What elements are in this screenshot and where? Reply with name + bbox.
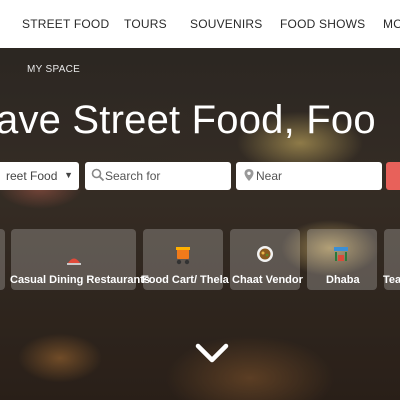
hero-headline: ave Street Food, Foo	[0, 98, 376, 142]
chevron-down-icon[interactable]	[195, 342, 229, 364]
nav-item-food-shows[interactable]: FOOD SHOWS	[280, 17, 365, 31]
search-button[interactable]	[386, 162, 400, 190]
search-field[interactable]	[85, 162, 231, 190]
category-select-value: reet Food	[6, 169, 58, 183]
restaurant-icon	[67, 258, 81, 265]
category-label-food-cart: Food Cart/ Thela	[142, 274, 229, 286]
near-field[interactable]	[236, 162, 382, 190]
category-label-chaat-vendor: Chaat Vendor	[232, 274, 303, 286]
top-nav: STREET FOOD TOURS SOUVENIRS FOOD SHOWS M…	[0, 0, 400, 48]
category-label-dhaba: Dhaba	[326, 274, 360, 286]
food-cart-icon	[176, 247, 190, 265]
nav-item-souvenirs[interactable]: SOUVENIRS	[190, 17, 262, 31]
nav-item-street-food[interactable]: STREET FOOD	[22, 17, 109, 31]
caret-down-icon: ▼	[64, 170, 73, 180]
nav-item-more[interactable]: MO	[383, 17, 400, 31]
dhaba-icon	[334, 247, 348, 261]
nav-item-tours[interactable]: TOURS	[124, 17, 167, 31]
near-input[interactable]	[256, 162, 376, 190]
category-card-partial[interactable]	[0, 229, 5, 290]
category-label-casual-dining: Casual Dining Restaurants	[10, 274, 150, 286]
search-icon	[91, 168, 105, 182]
chaat-bowl-icon	[257, 246, 273, 262]
search-input[interactable]	[105, 162, 225, 190]
category-select[interactable]: reet Food ▼	[0, 162, 79, 190]
my-space-link[interactable]: MY SPACE	[27, 64, 80, 75]
location-pin-icon	[244, 169, 254, 181]
category-label-tea: Tea	[383, 274, 400, 286]
